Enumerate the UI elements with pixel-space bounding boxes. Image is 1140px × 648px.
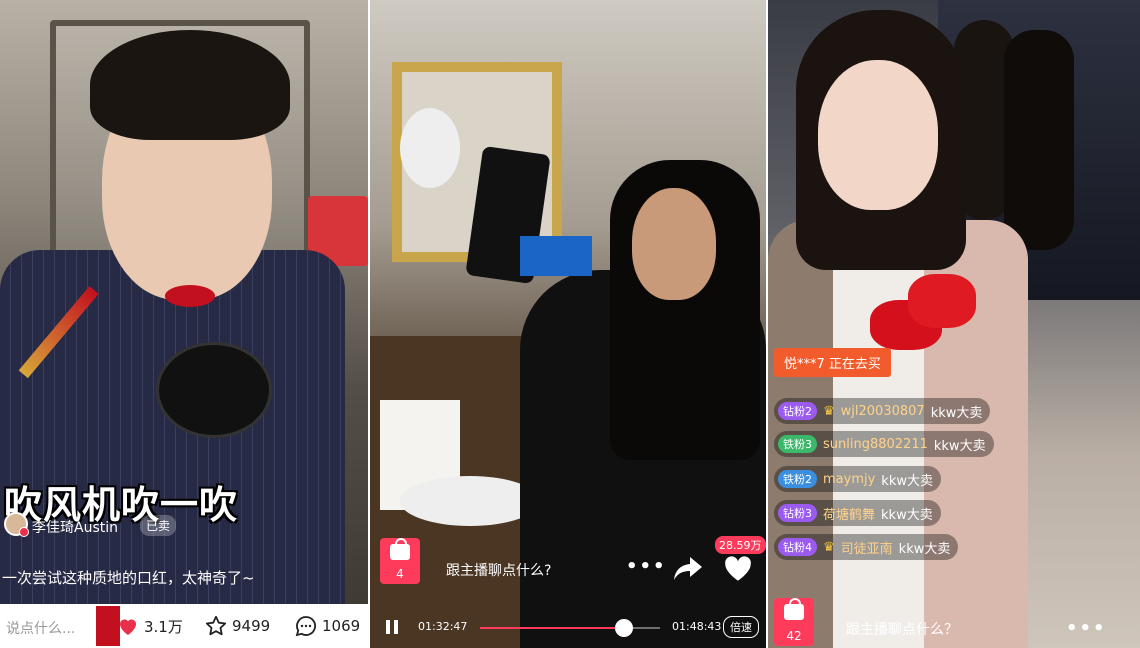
like-button[interactable] [722, 554, 756, 582]
shopping-bag-icon [390, 538, 410, 560]
fan-level-badge: 铁粉2 [778, 470, 817, 488]
orchid-decor [400, 108, 460, 188]
compact-mirror [156, 342, 272, 438]
chat-text: kkw大卖 [881, 473, 933, 489]
lips-decor [165, 285, 215, 307]
share-button[interactable] [672, 554, 704, 582]
comment-count: 1069 [322, 617, 361, 635]
verified-badge-icon [19, 527, 29, 537]
sold-badge: 已卖 [140, 515, 177, 536]
comment-button[interactable]: 1069 [294, 614, 360, 638]
cart-count: 42 [786, 629, 802, 643]
presenter-hair [90, 30, 290, 140]
sign-decor [520, 236, 592, 276]
pause-icon [386, 620, 390, 634]
comment-icon [295, 616, 316, 637]
avatar[interactable] [4, 512, 29, 537]
cart-count: 4 [396, 567, 404, 581]
shopping-bag-icon [784, 598, 804, 620]
heart-icon [725, 556, 751, 581]
chat-message: 铁粉2 maymjy kkw大卖 [774, 466, 941, 492]
fan-level-badge: 钻粉3 [778, 504, 817, 522]
chat-input[interactable]: 跟主播聊点什么? [446, 560, 551, 580]
comment-input[interactable]: 说点什么... [6, 618, 75, 638]
live-stream-panel-2[interactable]: 4 [370, 0, 766, 648]
share-icon [674, 557, 702, 580]
chat-username: 荷塘鹤舞 [823, 507, 876, 523]
chat-input[interactable]: 跟主播聊点什么？ [846, 619, 958, 639]
purchase-notice: 悦***7 正在去买 [774, 348, 891, 377]
chat-username: 司徒亚南 [840, 541, 893, 557]
more-icon[interactable]: ••• [1066, 618, 1107, 639]
pause-button[interactable] [384, 618, 400, 636]
chat-username: maymjy [823, 471, 876, 487]
pause-icon-bar [394, 620, 398, 634]
heart-icon [120, 619, 136, 635]
video-description: 一次尝试这种质地的口红，太神奇了~ [2, 569, 255, 587]
chat-message: 钻粉3 荷塘鹤舞 kkw大卖 [774, 500, 941, 526]
star-icon [205, 615, 227, 636]
favorite-count: 9499 [232, 617, 271, 635]
product-decor [908, 274, 976, 328]
progress-handle[interactable] [615, 619, 633, 637]
presenter-face [818, 60, 938, 210]
current-time: 01:32:47 [418, 620, 468, 633]
shopping-bag-button[interactable]: 42 [774, 598, 814, 646]
playback-speed-button[interactable]: 倍速 [723, 616, 759, 638]
chat-username: wjl20030807 [840, 403, 925, 419]
shopping-bag-button[interactable]: 4 [380, 538, 420, 584]
progress-fill [480, 627, 624, 629]
chat-username: sunling8802211 [823, 436, 928, 452]
crown-icon: ♛ [823, 403, 835, 419]
presenter-face [632, 188, 716, 300]
fan-level-badge: 钻粉2 [778, 402, 817, 420]
fan-level-badge: 钻粉4 [778, 538, 817, 556]
favorite-button[interactable]: 9499 [204, 614, 270, 638]
live-stream-panel-1[interactable]: 吹风机吹一吹 李佳琦Austin 已卖 一次尝试这种质地的口红，太神奇了~ 说点… [0, 0, 368, 648]
chat-text: kkw大卖 [933, 438, 986, 454]
total-time: 01:48:43 [672, 620, 722, 633]
like-count-badge: 28.59万 [715, 536, 766, 554]
crown-icon: ♛ [823, 539, 835, 555]
table-decor [400, 476, 540, 526]
screen-person-decor [1004, 30, 1074, 250]
chat-message: 钻粉4 ♛ 司徒亚南 kkw大卖 [774, 534, 959, 560]
like-button[interactable]: 3.1万 [116, 614, 183, 638]
chat-message: 铁粉3 sunling8802211 kkw大卖 [774, 431, 994, 457]
like-count: 3.1万 [144, 617, 183, 636]
author-name[interactable]: 李佳琦Austin [32, 517, 118, 537]
playback-progress-bar[interactable] [480, 619, 660, 637]
more-icon[interactable]: ••• [626, 556, 667, 577]
chat-text: kkw大卖 [898, 541, 951, 557]
chat-text: kkw大卖 [881, 507, 933, 523]
chat-message: 钻粉2 ♛ wjl20030807 kkw大卖 [774, 398, 991, 424]
chat-text: kkw大卖 [930, 405, 983, 421]
fan-level-badge: 铁粉3 [778, 435, 817, 453]
